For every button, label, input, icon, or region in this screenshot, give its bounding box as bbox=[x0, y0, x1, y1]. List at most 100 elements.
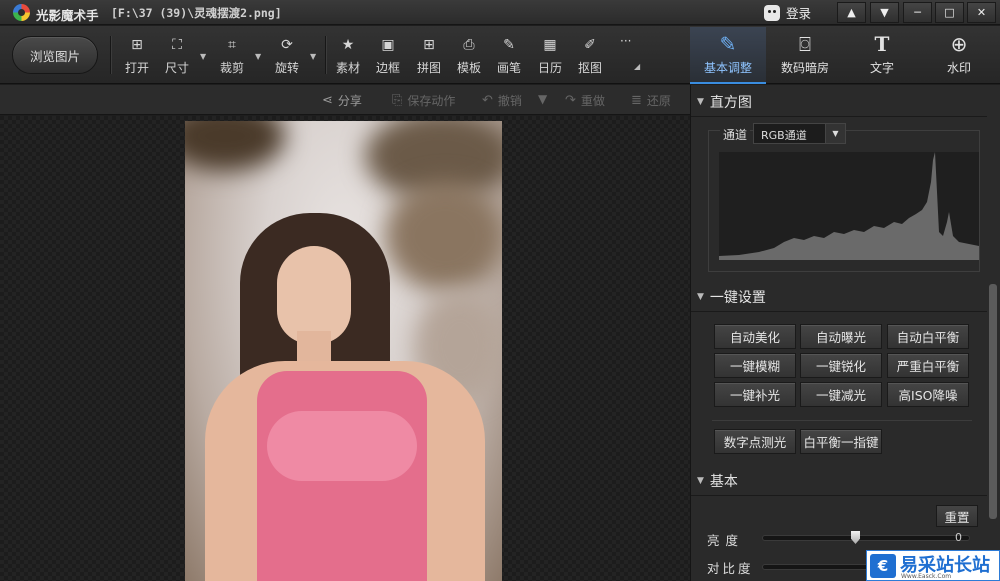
border-icon: ▣ bbox=[381, 37, 395, 53]
share-label: 分享 bbox=[337, 94, 362, 108]
tab-watermark[interactable]: ⊕ 水印 bbox=[921, 27, 997, 84]
tool-label: 抠图 bbox=[578, 61, 603, 75]
save-action-label: 保存动作 bbox=[407, 94, 456, 108]
tool-calendar[interactable]: ▦ 日历 bbox=[538, 38, 562, 80]
tool-crop[interactable]: ⌗ 裁剪 bbox=[220, 38, 244, 80]
site-watermark: € 易采站长站 Www.Easck.Com bbox=[866, 550, 1000, 581]
channel-select[interactable]: RGB通道 ▼ bbox=[753, 123, 846, 144]
divider bbox=[110, 36, 111, 74]
reset-button[interactable]: 重置 bbox=[936, 505, 978, 527]
restore-label: 还原 bbox=[646, 94, 671, 108]
one-click-sharpen-button[interactable]: 一键锐化 bbox=[800, 353, 882, 378]
chevron-down-icon: ▼ bbox=[825, 124, 845, 143]
tool-border[interactable]: ▣ 边框 bbox=[376, 38, 400, 80]
tool-template[interactable]: ⎙ 模板 bbox=[457, 38, 481, 80]
tool-label: 裁剪 bbox=[220, 61, 245, 75]
rotate-dropdown-icon[interactable]: ▼ bbox=[310, 52, 316, 61]
more-tools-button[interactable]: ··· bbox=[620, 34, 631, 76]
tool-collage[interactable]: ⊞ 拼图 bbox=[417, 38, 441, 80]
tab-darkroom[interactable]: ⌼ 数码暗房 bbox=[767, 27, 843, 84]
basic-header[interactable]: ▼ 基本 bbox=[691, 466, 987, 496]
spot-metering-button[interactable]: 数字点测光 bbox=[714, 429, 796, 454]
contrast-label: 对比度 bbox=[707, 561, 754, 576]
collapse-icon: ▼ bbox=[697, 291, 704, 302]
photo-face bbox=[277, 246, 351, 344]
panel-scrollbar[interactable] bbox=[989, 284, 997, 519]
resize-icon: ⛶ bbox=[172, 37, 182, 53]
site-logo-icon: € bbox=[870, 553, 896, 578]
white-balance-picker-button[interactable]: 白平衡一指键 bbox=[800, 429, 882, 454]
tool-label: 打开 bbox=[125, 61, 150, 75]
save-action-button[interactable]: ⎘ 保存动作 bbox=[392, 92, 455, 109]
crop-icon: ⌗ bbox=[228, 37, 236, 53]
save-action-icon: ⎘ bbox=[392, 93, 403, 108]
resize-dropdown-icon[interactable]: ▼ bbox=[200, 52, 206, 61]
action-bar: ⋖ 分享 ⎘ 保存动作 ↶ 撤销 ▼ ↷ 重做 ≣ 还原 bbox=[0, 85, 690, 115]
high-iso-denoise-button[interactable]: 高ISO降噪 bbox=[887, 382, 969, 407]
tool-rotate[interactable]: ⟳ 旋转 bbox=[275, 38, 299, 80]
auto-white-balance-button[interactable]: 自动白平衡 bbox=[887, 324, 969, 349]
open-icon: ⊞ bbox=[131, 37, 143, 53]
brush-icon: ✎ bbox=[503, 37, 515, 53]
tool-open[interactable]: ⊞ 打开 bbox=[125, 38, 149, 80]
tool-material[interactable]: ★ 素材 bbox=[336, 38, 360, 80]
restore-icon: ≣ bbox=[631, 93, 642, 108]
section-title: 一键设置 bbox=[709, 289, 766, 306]
title-bar: 光影魔术手 [F:\37 (39)\灵魂摆渡2.png] 登录 ▲ ▼ ─ □ … bbox=[0, 0, 1000, 25]
rotate-icon: ⟳ bbox=[281, 37, 293, 53]
user-face-icon bbox=[764, 4, 780, 21]
edit-icon: ✎ bbox=[719, 32, 737, 56]
tab-label: 水印 bbox=[946, 61, 971, 75]
section-title: 基本 bbox=[709, 473, 738, 490]
brightness-slider[interactable] bbox=[762, 535, 970, 541]
restore-button[interactable]: ≣ 还原 bbox=[631, 92, 671, 109]
tool-label: 尺寸 bbox=[165, 61, 190, 75]
fill-light-button[interactable]: 一键补光 bbox=[714, 382, 796, 407]
tool-cutout[interactable]: ✐ 抠图 bbox=[578, 38, 602, 80]
undo-button[interactable]: ↶ 撤销 bbox=[482, 92, 522, 109]
tool-label: 画笔 bbox=[497, 61, 522, 75]
tool-label: 旋转 bbox=[275, 61, 300, 75]
redo-icon: ↷ bbox=[565, 93, 576, 108]
watermark-subtext: Www.Easck.Com bbox=[901, 573, 952, 580]
crop-dropdown-icon[interactable]: ▼ bbox=[255, 52, 261, 61]
tab-label: 基本调整 bbox=[703, 61, 752, 75]
section-title: 直方图 bbox=[709, 94, 752, 111]
skin-icon[interactable]: ▲ bbox=[837, 2, 866, 23]
reduce-light-button[interactable]: 一键减光 bbox=[800, 382, 882, 407]
maximize-icon[interactable]: □ bbox=[935, 2, 964, 23]
browse-button[interactable]: 浏览图片 bbox=[12, 36, 98, 74]
histogram-header[interactable]: ▼ 直方图 bbox=[691, 87, 987, 117]
expand-icon[interactable]: ◢ bbox=[634, 62, 640, 71]
severe-white-balance-button[interactable]: 严重白平衡 bbox=[887, 353, 969, 378]
close-icon[interactable]: ✕ bbox=[967, 2, 996, 23]
app-logo-icon bbox=[13, 4, 30, 21]
login-button[interactable]: 登录 bbox=[764, 3, 811, 22]
undo-dropdown-icon[interactable]: ▼ bbox=[538, 92, 547, 106]
collage-icon: ⊞ bbox=[423, 37, 435, 53]
one-click-blur-button[interactable]: 一键模糊 bbox=[714, 353, 796, 378]
more-label: ··· bbox=[620, 34, 632, 48]
tab-label: 数码暗房 bbox=[780, 61, 829, 75]
auto-beautify-button[interactable]: 自动美化 bbox=[714, 324, 796, 349]
histogram-fill bbox=[719, 152, 979, 260]
minimize-icon[interactable]: ─ bbox=[903, 2, 932, 23]
channel-value: RGB通道 bbox=[761, 129, 807, 142]
photo-tree-shadow bbox=[385, 181, 502, 291]
auto-exposure-button[interactable]: 自动曝光 bbox=[800, 324, 882, 349]
tool-resize[interactable]: ⛶ 尺寸 bbox=[165, 38, 189, 80]
tab-basic-adjust[interactable]: ✎ 基本调整 bbox=[690, 27, 766, 84]
file-title: [F:\37 (39)\灵魂摆渡2.png] bbox=[111, 6, 282, 20]
camera-icon: ⌼ bbox=[799, 32, 811, 56]
redo-button[interactable]: ↷ 重做 bbox=[565, 92, 605, 109]
tab-text[interactable]: T 文字 bbox=[844, 27, 920, 84]
app-title: 光影魔术手 bbox=[36, 8, 99, 23]
one-click-header[interactable]: ▼ 一键设置 bbox=[691, 282, 987, 312]
menu-icon[interactable]: ▼ bbox=[870, 2, 899, 23]
histogram-graph bbox=[719, 152, 979, 260]
login-label: 登录 bbox=[786, 6, 812, 21]
tool-brush[interactable]: ✎ 画笔 bbox=[497, 38, 521, 80]
photo-preview[interactable] bbox=[185, 121, 502, 581]
share-button[interactable]: ⋖ 分享 bbox=[322, 92, 362, 109]
collapse-icon: ▼ bbox=[697, 475, 704, 486]
